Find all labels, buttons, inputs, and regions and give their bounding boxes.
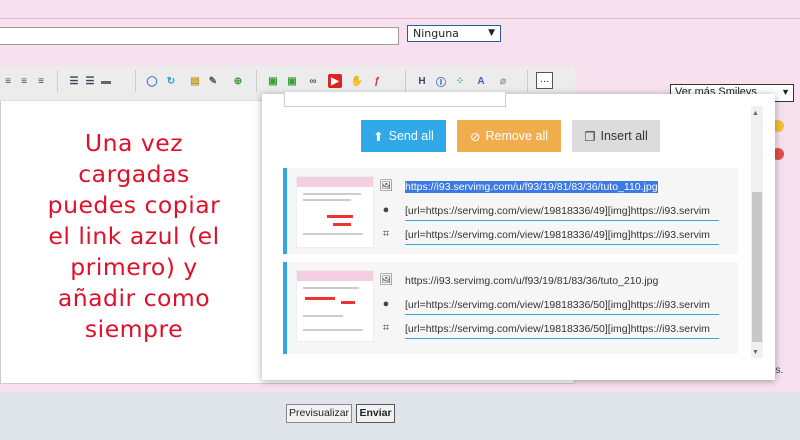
- unordered-list-icon[interactable]: ☰: [67, 74, 81, 88]
- crop-icon: ⌗: [382, 228, 390, 240]
- align-right-icon[interactable]: ≡: [17, 74, 31, 88]
- heading-icon[interactable]: H: [415, 74, 429, 88]
- page-icon[interactable]: ▤: [188, 74, 202, 88]
- font-icon[interactable]: Ⓘ: [434, 74, 448, 89]
- ordered-list-icon[interactable]: ☰: [83, 74, 97, 88]
- copy-icon: ❐: [584, 129, 596, 144]
- panel-scrollbar[interactable]: ▲ ▼: [751, 106, 763, 358]
- scroll-down-icon[interactable]: ▼: [752, 349, 759, 356]
- link-field[interactable]: [url=https://servimg.com/view/19818336/5…: [405, 298, 719, 312]
- scrollbar-thumb[interactable]: [752, 192, 762, 342]
- clear-format-icon[interactable]: ⌀: [496, 74, 510, 88]
- crop-icon: ⌗: [382, 322, 390, 334]
- image-thumbnail[interactable]: [296, 176, 374, 248]
- form-actions-bar: [0, 392, 800, 440]
- uploaded-image-card: 🖼 https://i93.servimg.com/u/f93/19/81/83…: [283, 168, 738, 254]
- remove-all-button[interactable]: ⊘ Remove all: [457, 120, 561, 152]
- youtube-icon[interactable]: ▶: [328, 74, 342, 88]
- hand-icon[interactable]: ✋: [350, 74, 364, 88]
- image-icon: 🖼: [379, 274, 393, 286]
- link-field[interactable]: [url=https://servimg.com/view/19818336/5…: [405, 322, 719, 336]
- annotation-line: siempre: [84, 315, 184, 343]
- flash-icon[interactable]: ƒ: [370, 74, 384, 88]
- image-icon: 🖼: [379, 180, 393, 192]
- image-icon[interactable]: ▣: [266, 74, 280, 88]
- insert-all-button[interactable]: ❐ Insert all: [572, 120, 660, 152]
- link-field[interactable]: https://i93.servimg.com/u/f93/19/81/83/3…: [405, 274, 719, 288]
- subject-select[interactable]: Ninguna ▼: [407, 25, 501, 42]
- comments-icon: ●: [382, 204, 390, 216]
- ban-icon: ⊘: [469, 129, 481, 144]
- color-icon[interactable]: ⁘: [453, 74, 467, 88]
- annotation-line: el link azul (el: [48, 222, 220, 250]
- insert-all-label: Insert all: [600, 129, 648, 143]
- image-uploader-panel: ⬆ Send all ⊘ Remove all ❐ Insert all 🖼 h…: [262, 92, 775, 380]
- chevron-down-icon: ▼: [488, 28, 495, 38]
- top-area: [0, 0, 800, 19]
- uploader-field[interactable]: [284, 92, 506, 107]
- annotation-line: cargadas: [78, 160, 190, 188]
- direct-link-text: https://i93.servimg.com/u/f93/19/81/83/3…: [405, 181, 658, 193]
- toolbar-separator: [527, 70, 528, 92]
- image-thumbnail[interactable]: [296, 270, 374, 342]
- link-field[interactable]: https://i93.servimg.com/u/f93/19/81/83/3…: [405, 180, 719, 194]
- toolbar-separator: [405, 70, 406, 92]
- annotation-line: añadir como: [57, 284, 211, 312]
- select-value: Ninguna: [413, 27, 459, 40]
- uploaded-image-card: 🖼 https://i93.servimg.com/u/f93/19/81/83…: [283, 262, 738, 354]
- send-button[interactable]: Enviar: [356, 404, 395, 423]
- toolbar-separator: [135, 70, 136, 92]
- add-icon[interactable]: ⊕: [231, 74, 245, 88]
- align-center-icon[interactable]: ≡: [1, 74, 15, 88]
- upload-image-icon[interactable]: ▣: [285, 74, 299, 88]
- comments-icon: ●: [382, 298, 390, 310]
- horizontal-rule-icon[interactable]: ▬: [99, 74, 113, 88]
- link-field[interactable]: [url=https://servimg.com/view/19818336/4…: [405, 228, 719, 242]
- toolbar-separator: [256, 70, 257, 92]
- link-field[interactable]: [url=https://servimg.com/view/19818336/4…: [405, 204, 719, 218]
- more-tools-button[interactable]: …: [536, 72, 553, 89]
- send-all-label: Send all: [388, 129, 434, 143]
- handwritten-annotation: Una vez cargadas puedes copiar el link a…: [18, 128, 250, 345]
- upload-icon: ⬆: [373, 129, 384, 144]
- edit-icon[interactable]: ✎: [206, 74, 220, 88]
- align-justify-icon[interactable]: ≡: [34, 74, 48, 88]
- annotation-line: primero) y: [70, 253, 198, 281]
- annotation-line: Una vez: [84, 129, 184, 157]
- chevron-down-icon: ▼: [781, 87, 790, 97]
- remove-all-label: Remove all: [485, 129, 548, 143]
- toolbar-separator: [57, 70, 58, 92]
- font-size-icon[interactable]: A: [474, 74, 488, 88]
- refresh-icon[interactable]: ↻: [164, 74, 178, 88]
- subject-input[interactable]: [0, 27, 399, 45]
- annotation-line: puedes copiar: [47, 191, 221, 219]
- link-icon[interactable]: ∞: [306, 74, 320, 88]
- send-all-button[interactable]: ⬆ Send all: [361, 120, 446, 152]
- preview-button[interactable]: Previsualizar: [286, 404, 352, 423]
- comment-icon[interactable]: ◯: [145, 74, 159, 88]
- scroll-up-icon[interactable]: ▲: [752, 110, 759, 117]
